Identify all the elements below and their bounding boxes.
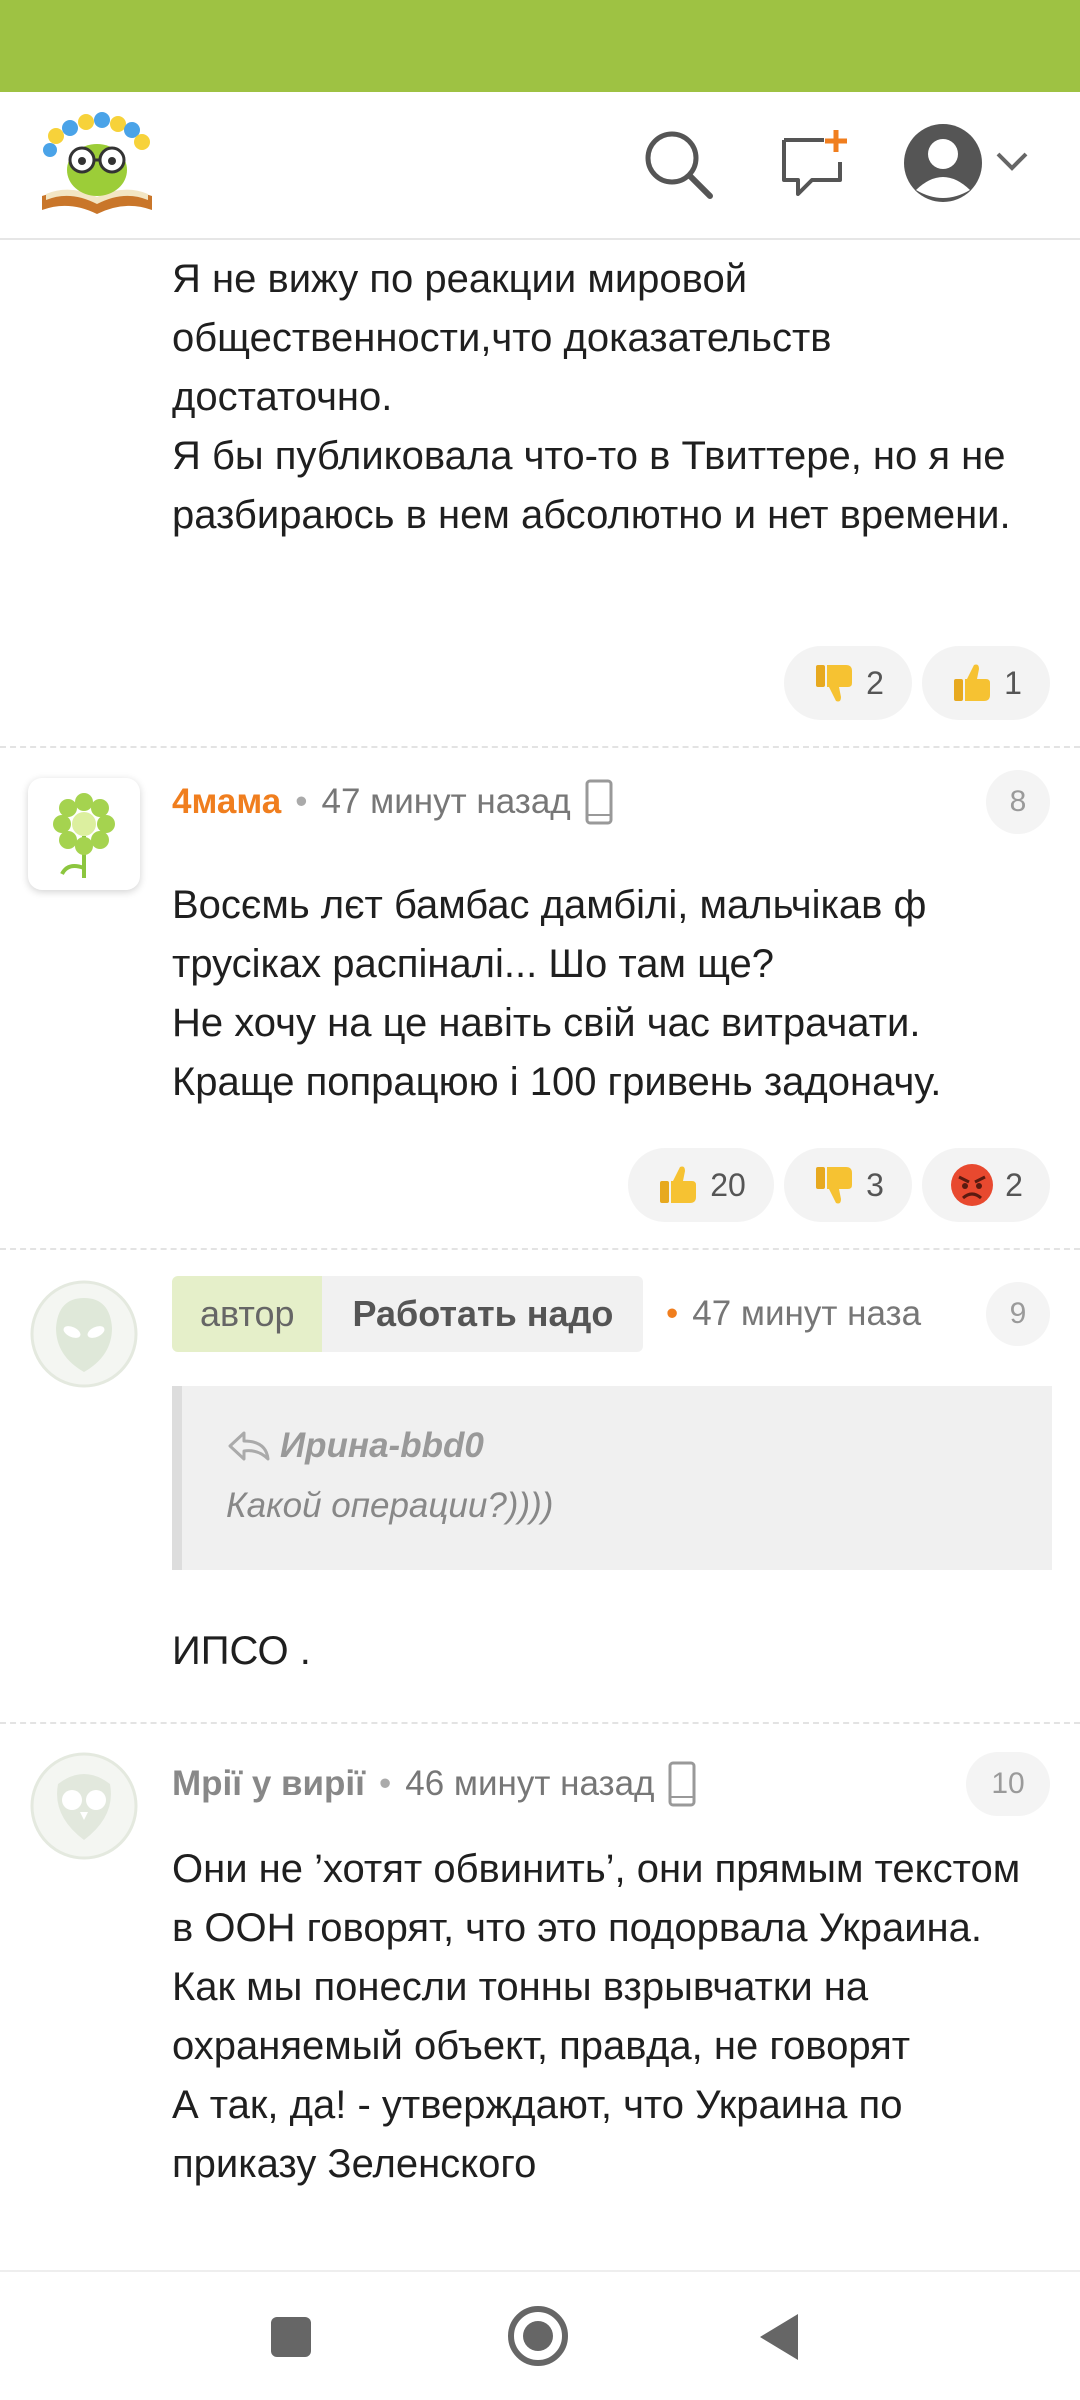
avatar[interactable]	[28, 778, 140, 890]
separator-dot: •	[666, 1294, 679, 1333]
comment-meta: • 47 минут наза	[660, 1284, 950, 1344]
comment-line: Я не вижу по реакции мировой общественно…	[172, 257, 832, 419]
home-icon[interactable]	[506, 2304, 570, 2373]
comment-line: ИПСО .	[172, 1629, 311, 1673]
chevron-down-icon[interactable]	[994, 146, 1030, 181]
angry-reaction-button[interactable]: 2	[922, 1148, 1050, 1222]
reaction-count: 2	[866, 664, 884, 701]
quote-author: Ирина-bbd0	[280, 1426, 484, 1465]
comment-number[interactable]: 9	[986, 1282, 1050, 1346]
comment-line: Как мы понесли тонны взрывчатки на охран…	[172, 1965, 911, 2068]
comment-line: А так, да! - утверждают, что Украина по …	[172, 2083, 903, 2186]
comment-line: Восємь лєт бамбас дамбілі, мальчікав ф т…	[172, 883, 927, 986]
like-button[interactable]: 1	[922, 646, 1050, 720]
author-badge: автор	[172, 1276, 323, 1352]
comment-text: Восємь лєт бамбас дамбілі, мальчікав ф т…	[172, 876, 1050, 1112]
comment-text: Они не ’хотят обвинить’, они прямым текс…	[172, 1840, 1050, 2194]
back-icon[interactable]	[754, 2310, 804, 2369]
reaction-count: 3	[866, 1166, 884, 1203]
comment-divider	[0, 746, 1080, 748]
comment-divider	[0, 1248, 1080, 1250]
quoted-comment[interactable]: Ирина-bbd0 Какой операции?))))	[172, 1386, 1052, 1570]
quote-text: Какой операции?))))	[226, 1486, 554, 1525]
comment-number[interactable]: 10	[966, 1752, 1050, 1816]
avatar[interactable]	[28, 1750, 140, 1862]
search-icon[interactable]	[640, 126, 716, 207]
comment-divider	[0, 1722, 1080, 1724]
profile-icon[interactable]	[900, 120, 986, 211]
site-logo[interactable]	[34, 108, 160, 218]
comment-time: 46 минут назад	[405, 1764, 655, 1803]
reaction-count: 20	[710, 1166, 746, 1203]
comment-line: Я бы публиковала что-то в Твиттере, но я…	[172, 434, 1011, 537]
author-tag[interactable]: автор Работать надо	[172, 1276, 644, 1352]
dislike-button[interactable]: 3	[784, 1148, 912, 1222]
like-button[interactable]: 20	[628, 1148, 774, 1222]
reaction-count: 2	[1005, 1166, 1023, 1203]
thumbs-up-icon	[660, 1166, 697, 1203]
thumbs-down-icon	[816, 1167, 853, 1204]
reaction-count: 1	[1004, 664, 1022, 701]
comment-line: Не хочу на це навіть свій час витрачати.	[172, 1001, 921, 1045]
comments-feed: Я не вижу по реакции мировой общественно…	[0, 240, 1080, 2270]
avatar[interactable]	[28, 1278, 140, 1390]
comment-text: ИПСО .	[172, 1622, 1050, 1681]
dislike-button[interactable]: 2	[784, 646, 912, 720]
recent-apps-icon[interactable]	[268, 2314, 314, 2365]
comment-time: 47 минут наза	[692, 1294, 922, 1333]
comment-line: Краще попрацюю і 100 гривень задоначу.	[172, 1060, 942, 1104]
author-name[interactable]: Мрії у вирії	[172, 1764, 365, 1804]
comment-meta: Мрії у вирії • 46 минут назад	[172, 1754, 696, 1814]
author-name[interactable]: 4мама	[172, 782, 281, 822]
separator-dot: •	[379, 1764, 392, 1803]
thumbs-up-icon	[954, 664, 991, 701]
mobile-device-icon	[585, 779, 613, 825]
thumbs-down-icon	[816, 665, 853, 702]
angry-face-icon	[951, 1164, 994, 1206]
mobile-device-icon	[668, 1761, 696, 1807]
comment-text: Я не вижу по реакции мировой общественно…	[172, 250, 1050, 545]
comment-line: Они не ’хотят обвинить’, они прямым текс…	[172, 1847, 1021, 1950]
new-post-icon[interactable]	[776, 126, 852, 207]
comment-time: 47 минут назад	[321, 782, 571, 821]
author-name[interactable]: Работать надо	[322, 1276, 644, 1352]
reply-arrow-icon	[228, 1431, 270, 1461]
app-header	[0, 92, 1080, 240]
comment-meta: 4мама • 47 минут назад	[172, 772, 613, 832]
separator-dot: •	[295, 782, 308, 821]
system-navigation-bar	[0, 2270, 1080, 2400]
status-bar	[0, 0, 1080, 92]
comment-number[interactable]: 8	[986, 770, 1050, 834]
